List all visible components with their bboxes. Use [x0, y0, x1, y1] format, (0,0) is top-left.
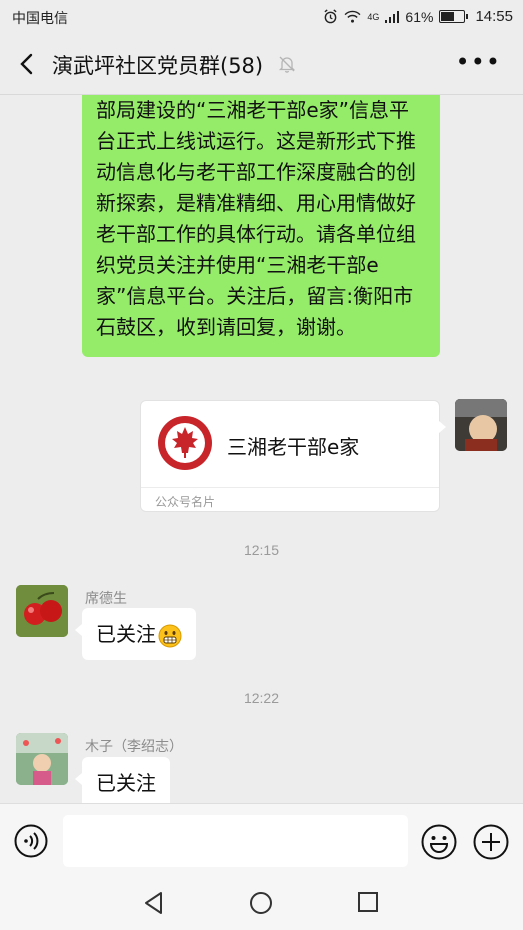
message-bubble[interactable]: 已关注: [75, 757, 170, 803]
self-message-bubble[interactable]: 部局建设的“三湘老干部e家”信息平台正式上线试运行。这是新形式下推动信息化与老干…: [82, 95, 440, 357]
card-type-label: 公众号名片: [155, 495, 216, 509]
nav-back-icon[interactable]: [143, 891, 165, 915]
plus-icon[interactable]: [473, 824, 509, 860]
nav-home-icon[interactable]: [249, 891, 273, 915]
message-list[interactable]: 部局建设的“三湘老干部e家”信息平台正式上线试运行。这是新形式下推动信息化与老干…: [0, 95, 523, 803]
chat-header: 演武坪社区党员群(58) •••: [0, 34, 523, 95]
back-arrow-icon[interactable]: [14, 50, 42, 78]
message-input[interactable]: [63, 815, 408, 867]
carrier-name: 中国电信: [12, 10, 68, 26]
message-bubble[interactable]: 已关注: [75, 608, 196, 660]
more-dots-icon[interactable]: •••: [456, 48, 501, 76]
avatar[interactable]: [16, 733, 68, 785]
message-timestamp: 12:15: [243, 542, 280, 558]
network-type: 4G: [367, 11, 380, 22]
sender-name: 木子（李绍志）: [85, 739, 183, 755]
status-bar: 中国电信 4G 61% 14:55: [0, 0, 523, 34]
emoji-icon[interactable]: [421, 824, 457, 860]
clock: 14:55: [475, 8, 513, 25]
official-account-card[interactable]: 三湘老干部e家 公众号名片: [140, 400, 446, 512]
wifi-icon: [344, 10, 361, 23]
sender-name: 席德生: [85, 591, 127, 607]
battery-percent: 61%: [405, 8, 434, 25]
signal-icon: [385, 10, 400, 23]
alarm-icon: [324, 9, 337, 24]
avatar[interactable]: [455, 399, 507, 451]
card-divider: [141, 487, 439, 488]
message-text: 已关注: [96, 622, 156, 646]
card-logo-icon: [158, 416, 212, 470]
avatar[interactable]: [16, 585, 68, 637]
status-icons: 4G 61% 14:55: [323, 8, 513, 25]
chat-title: 演武坪社区党员群(58): [52, 54, 264, 78]
card-name: 三湘老干部e家: [227, 435, 360, 459]
system-nav-bar: [0, 875, 523, 930]
message-text: 已关注: [96, 771, 156, 795]
muted-bell-icon: [278, 56, 296, 73]
nav-recents-icon[interactable]: [357, 891, 379, 913]
message-timestamp: 12:22: [243, 690, 280, 706]
battery-icon: [439, 10, 469, 23]
voice-icon[interactable]: [14, 824, 48, 858]
chat-input-bar: [0, 803, 523, 876]
grin-emoji-icon: [158, 624, 182, 647]
